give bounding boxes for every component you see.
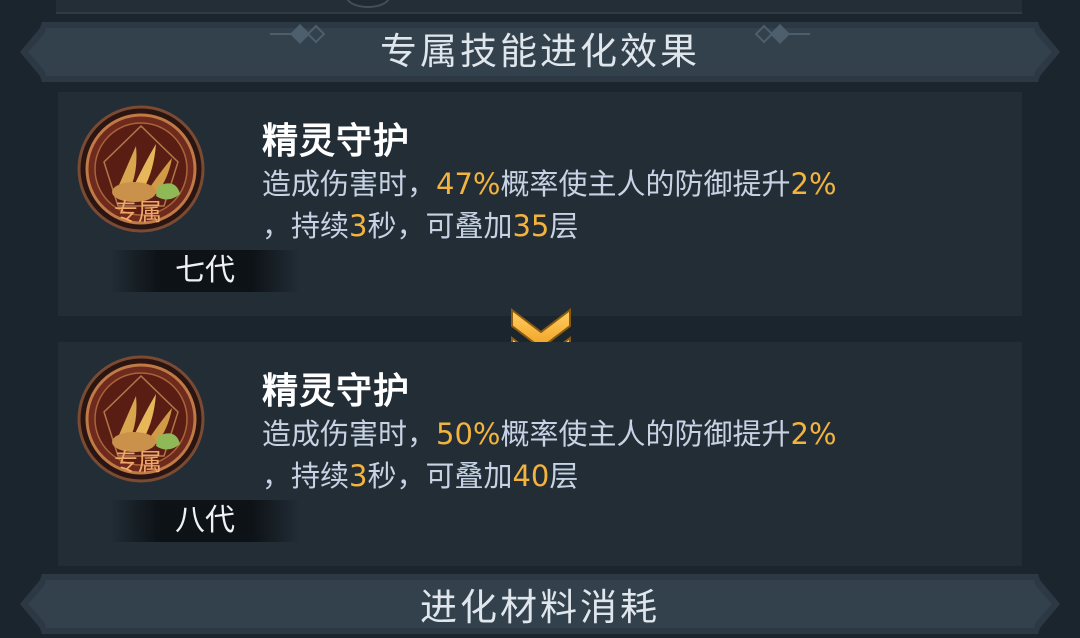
stack-value: 40	[512, 459, 550, 493]
generation-tag: 七代	[110, 250, 300, 292]
boost-value: 2%	[790, 417, 837, 451]
generation-label: 八代	[175, 503, 235, 538]
duration-value: 3	[349, 459, 368, 493]
description-line: 造成伤害时，50%概率使主人的防御提升2%	[262, 417, 837, 451]
skill-name: 精灵守护	[262, 371, 411, 412]
skill-description: 造成伤害时，47%概率使主人的防御提升2% ，持续3秒，可叠加35层	[262, 163, 962, 247]
chance-value: 47%	[436, 167, 501, 201]
section-title: 专属技能进化效果	[380, 30, 700, 73]
next-section-title: 进化材料消耗	[420, 586, 660, 629]
duration-value: 3	[349, 209, 368, 243]
claw-emblem-icon: 专属	[77, 355, 205, 483]
description-line: ，持续3秒，可叠加40层	[262, 459, 579, 493]
generation-label: 七代	[175, 253, 235, 288]
stack-value: 35	[512, 209, 550, 243]
right-diamond-ornament	[754, 24, 810, 44]
description-line: 造成伤害时，47%概率使主人的防御提升2%	[262, 167, 837, 201]
claw-emblem-icon: 专属	[77, 105, 205, 233]
previous-panel	[56, 0, 1022, 14]
section-header: 专属技能进化效果	[20, 22, 1060, 82]
chance-value: 50%	[436, 417, 501, 451]
skill-name: 精灵守护	[262, 121, 411, 162]
skill-description: 造成伤害时，50%概率使主人的防御提升2% ，持续3秒，可叠加40层	[262, 413, 962, 497]
emblem-label: 专属	[114, 198, 162, 226]
next-section-header: 进化材料消耗	[20, 574, 1060, 634]
description-line: ，持续3秒，可叠加35层	[262, 209, 579, 243]
generation-tag: 八代	[110, 500, 300, 542]
emblem-label: 专属	[114, 448, 162, 476]
boost-value: 2%	[790, 167, 837, 201]
